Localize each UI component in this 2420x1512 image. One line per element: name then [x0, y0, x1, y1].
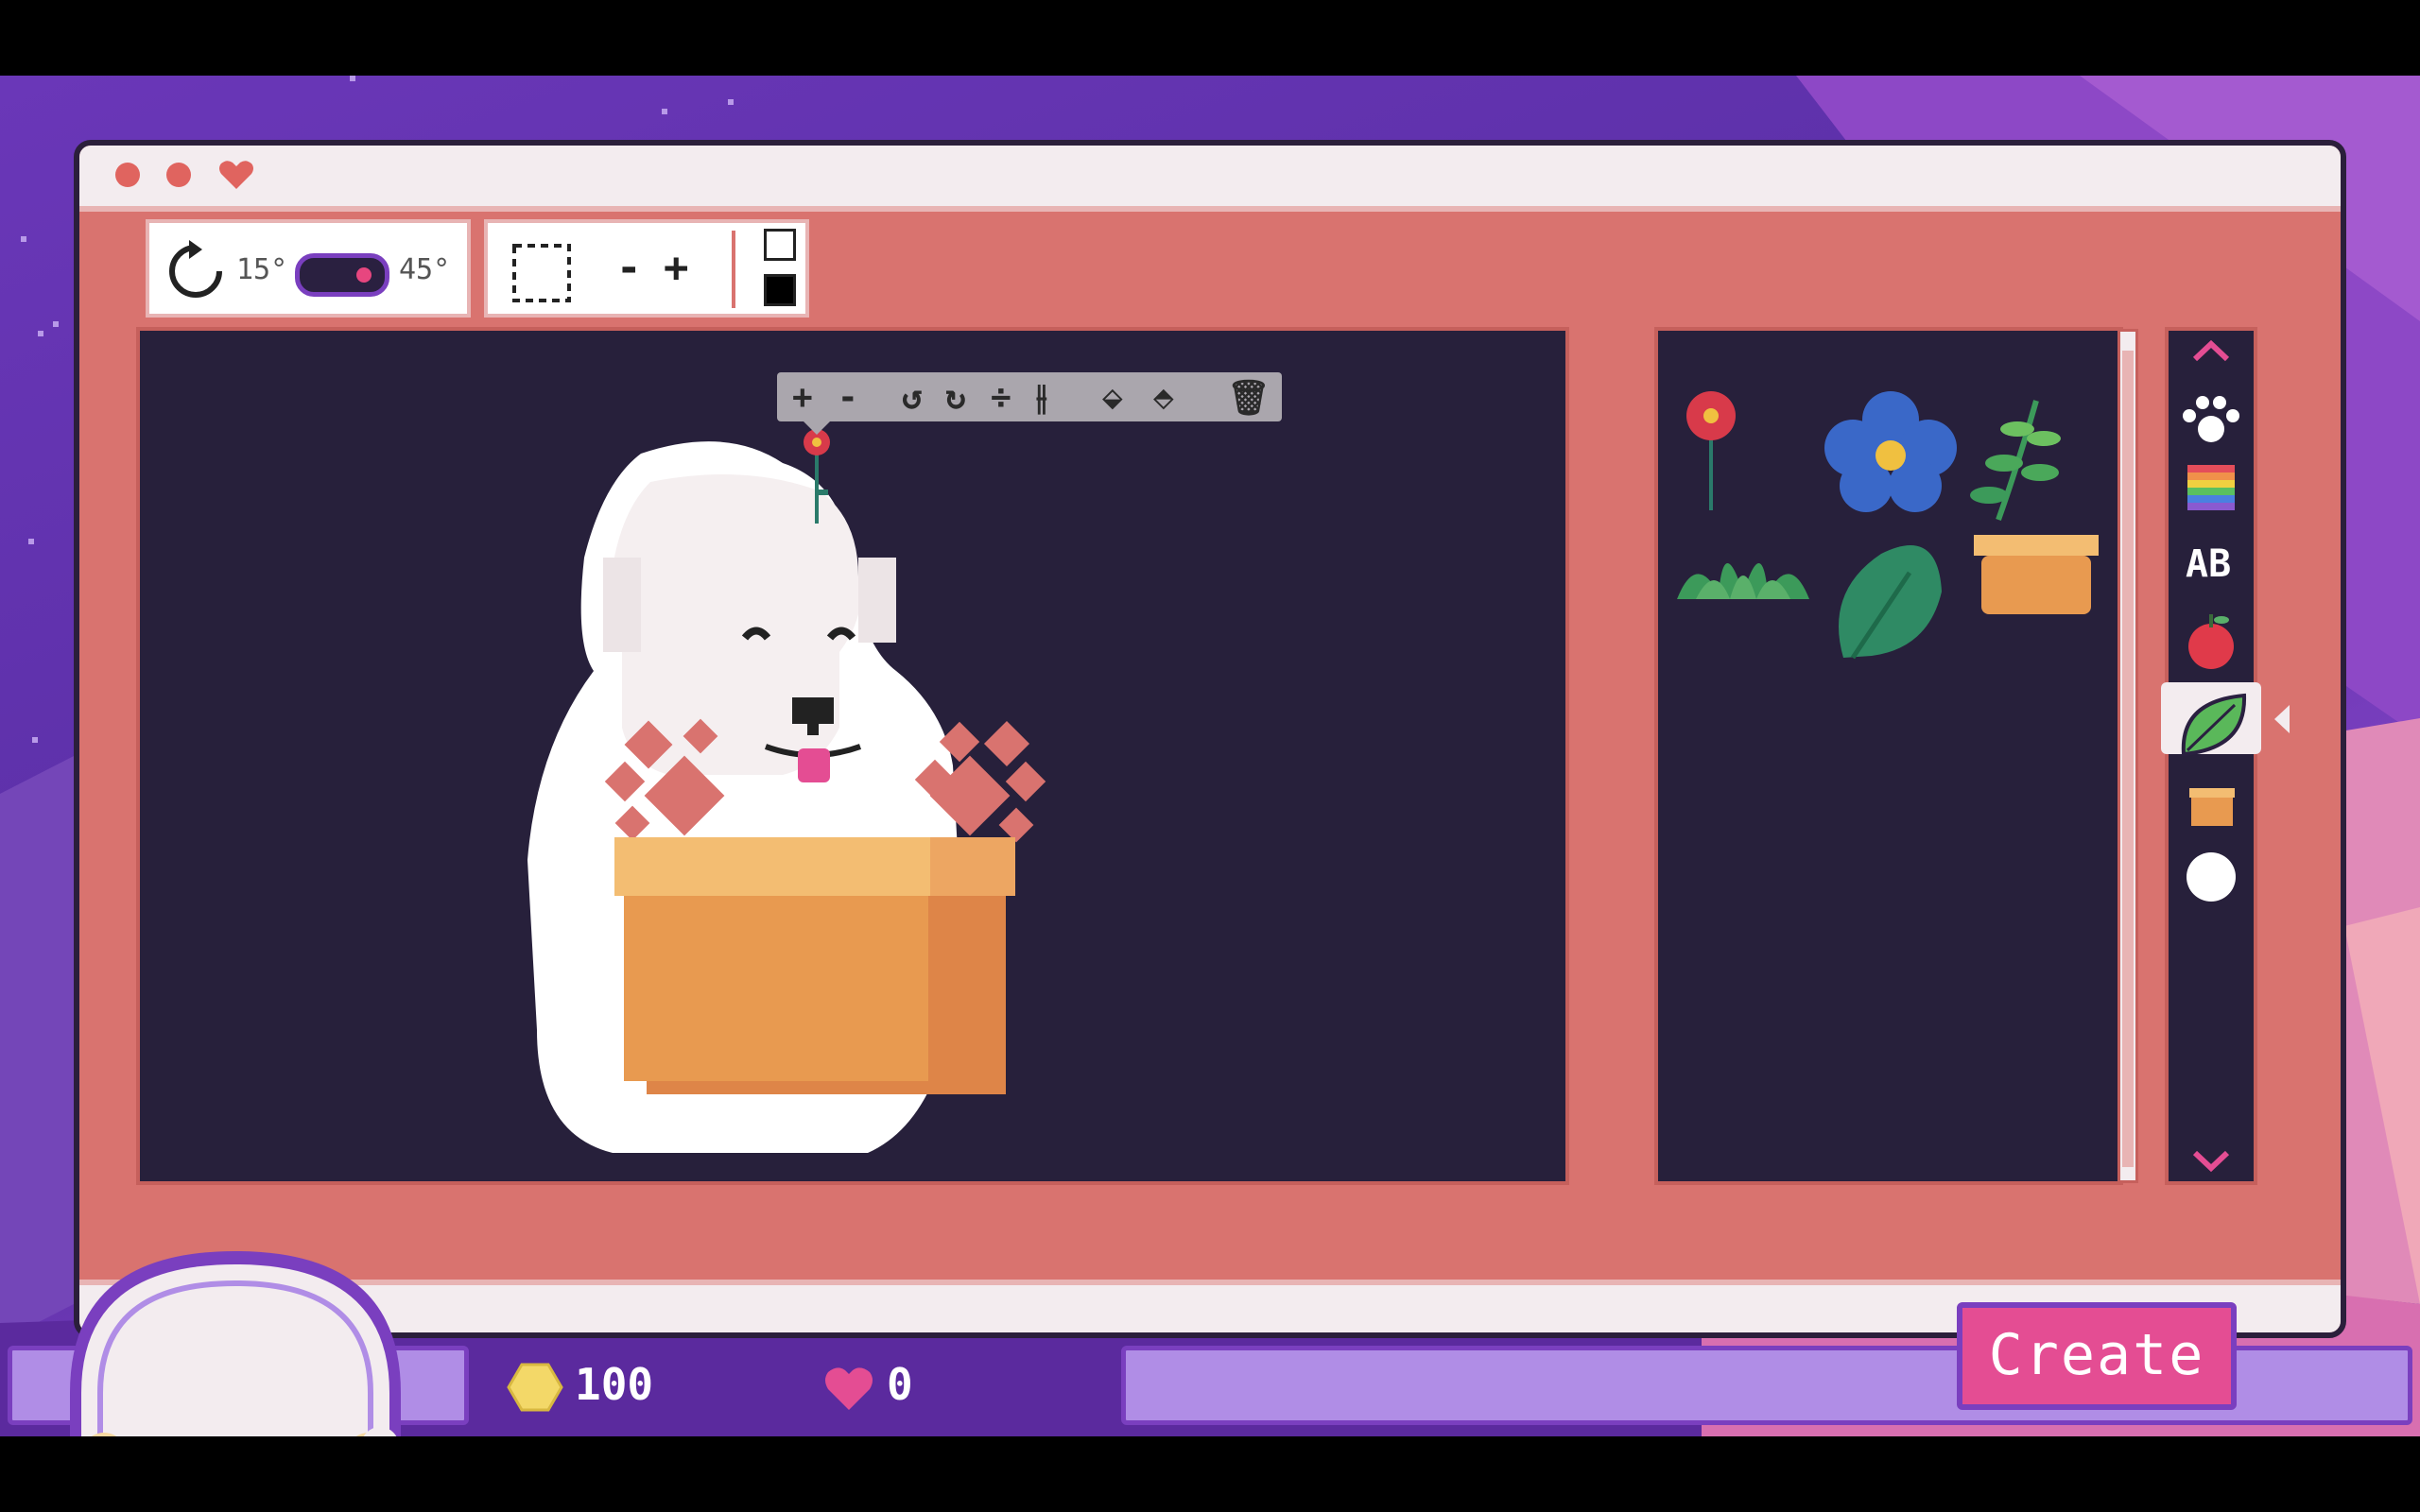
scrollbar-thumb[interactable]: [2122, 351, 2134, 1167]
apple-icon: [2188, 614, 2234, 669]
send-backward-icon[interactable]: ⬙: [1102, 378, 1123, 417]
coin-count: 100: [575, 1359, 654, 1410]
select-box-icon[interactable]: [510, 242, 573, 304]
category-rainbow[interactable]: [2169, 454, 2254, 525]
close-button[interactable]: [115, 163, 140, 187]
heart-icon[interactable]: [217, 159, 255, 191]
zoom-in-button[interactable]: +: [664, 244, 689, 292]
red-flower-sticker[interactable]: [1677, 387, 1753, 510]
circle-icon: [2187, 852, 2236, 902]
monstera-leaf-sticker[interactable]: [1824, 535, 1947, 667]
heart-count: 0: [887, 1359, 913, 1410]
text-icon: AB: [2186, 542, 2232, 586]
create-button[interactable]: Create: [1957, 1302, 2237, 1410]
bring-forward-icon[interactable]: ⬘: [1153, 378, 1174, 417]
scale-down-button[interactable]: -: [838, 378, 858, 417]
scale-up-button[interactable]: +: [792, 378, 813, 417]
rotate-icon[interactable]: [164, 240, 227, 302]
flip-horizontal-icon[interactable]: ⫲: [1036, 378, 1047, 418]
dog-in-box-sticker[interactable]: [140, 331, 1565, 1181]
day-night-gauge: [70, 1251, 401, 1436]
rotation-toolbar: 15° 45°: [146, 219, 471, 318]
rotate-right-icon[interactable]: ↻: [945, 378, 966, 417]
category-objects[interactable]: [2169, 767, 2254, 839]
color-white-swatch[interactable]: [764, 229, 796, 261]
sticker-action-toolbar: + - ↺ ↻ ÷ ⫲ ⬙ ⬘ 🗑: [777, 372, 1282, 435]
trash-icon[interactable]: 🗑: [1227, 378, 1270, 418]
title-bar: [79, 146, 2341, 212]
editor-window: 15° 45° - + + - ↺ ↻ ÷ ⫲ ⬙ ⬘ 🗑 AB: [74, 140, 2346, 1338]
divider: [732, 231, 735, 308]
rainbow-icon: [2187, 465, 2235, 510]
paw-icon: [2183, 396, 2239, 442]
sticker-panel: [1654, 327, 2123, 1185]
category-food[interactable]: [2169, 607, 2254, 679]
box-icon: [2189, 788, 2235, 826]
grass-sticker[interactable]: [1677, 533, 1809, 609]
category-paw[interactable]: [2169, 382, 2254, 454]
selection-toolbar: - +: [484, 219, 809, 318]
active-category-pointer-icon: [2274, 705, 2290, 733]
small-angle-label: 15°: [236, 253, 288, 286]
scroll-down-icon[interactable]: [2187, 1145, 2235, 1174]
zoom-out-button[interactable]: -: [616, 244, 642, 292]
leaf-icon: [2181, 693, 2247, 757]
category-plants[interactable]: [2161, 682, 2261, 757]
coin-icon: [507, 1363, 563, 1412]
category-rail: AB: [2161, 327, 2261, 1185]
plant-pot-sticker[interactable]: [1970, 535, 2102, 620]
flip-vertical-icon[interactable]: ÷: [991, 378, 1011, 417]
sticker-canvas[interactable]: + - ↺ ↻ ÷ ⫲ ⬙ ⬘ 🗑: [136, 327, 1569, 1185]
category-shapes[interactable]: [2169, 839, 2254, 911]
large-angle-label: 45°: [399, 253, 451, 286]
rotate-left-icon[interactable]: ↺: [902, 378, 923, 417]
color-black-swatch[interactable]: [764, 274, 796, 306]
minimize-button[interactable]: [166, 163, 191, 187]
category-text[interactable]: AB: [2169, 529, 2254, 601]
game-scene: 15° 45° - + + - ↺ ↻ ÷ ⫲ ⬙ ⬘ 🗑 AB 100 0 C…: [0, 76, 2420, 1436]
hearts-icon: [825, 1367, 873, 1410]
blue-flower-sticker[interactable]: [1824, 391, 1957, 514]
sticker-scrollbar[interactable]: [2118, 329, 2138, 1183]
scroll-up-icon[interactable]: [2187, 336, 2235, 365]
fern-sticker[interactable]: [1970, 391, 2065, 524]
angle-toggle[interactable]: [295, 253, 389, 297]
